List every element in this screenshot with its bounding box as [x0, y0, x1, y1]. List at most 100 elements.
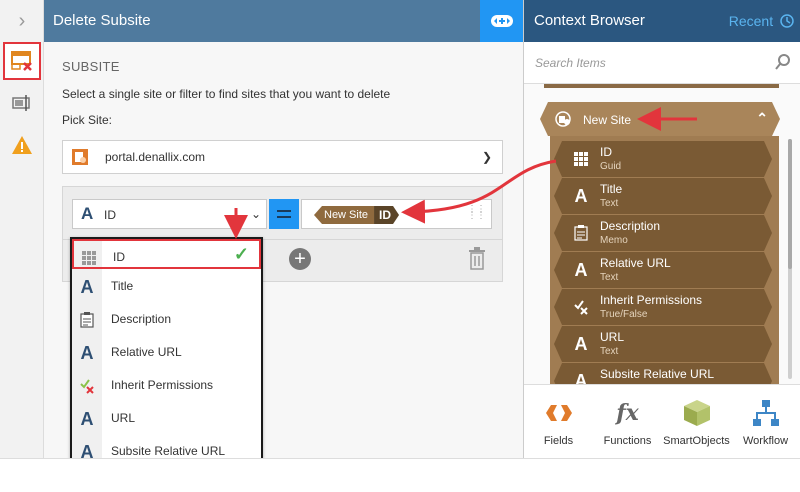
text-a-icon: A [574, 333, 588, 354]
text-a-icon: A [81, 204, 94, 223]
toolbar-label: Workflow [742, 435, 789, 447]
tree-item-type: Text [600, 346, 619, 357]
dropdown-item-id[interactable]: ID ✓ [72, 239, 261, 269]
scrollbar-thumb[interactable] [788, 139, 792, 269]
context-browser-panel: Context Browser Recent Search Items New … [523, 0, 800, 458]
value-token[interactable]: New Site ID [314, 206, 399, 224]
equals-operator-button[interactable] [269, 199, 299, 229]
tree-item-name: Inherit Permissions [600, 293, 703, 307]
panel-header: Delete Subsite [44, 0, 523, 42]
pick-site-value: portal.denallix.com [105, 150, 206, 164]
toolbar-label: Functions [603, 435, 652, 447]
toolbar-label: SmartObjects [663, 435, 730, 447]
chevron-down-icon[interactable]: ⌄ [251, 207, 261, 221]
search-bar: Search Items [524, 42, 800, 84]
dropdown-item-label: Title [111, 279, 134, 293]
dropdown-item-label: Subsite Relative URL [111, 444, 226, 458]
token-field-name: ID [374, 206, 399, 224]
trash-icon[interactable] [467, 247, 487, 271]
text-a-icon: A [80, 276, 94, 297]
dropdown-item-description[interactable]: Description [72, 303, 261, 335]
tree-scrollbar[interactable] [788, 139, 792, 379]
recent-button[interactable]: Recent [729, 0, 794, 42]
dropdown-item-label: Inherit Permissions [111, 378, 214, 392]
text-a-icon: A [574, 185, 588, 206]
tree-item-title[interactable]: A Title Text [554, 178, 772, 214]
search-input[interactable]: Search Items [535, 56, 606, 70]
fields-button[interactable]: Fields [524, 385, 593, 459]
tree-item-id[interactable]: ID Guid [554, 141, 772, 177]
filter-field-select[interactable]: A ID ⌄ [72, 199, 267, 229]
dropdown-item-label: ID [113, 250, 125, 264]
dropdown-item-label: Description [111, 312, 172, 326]
bottom-bar [0, 458, 800, 492]
memo-icon [570, 222, 592, 244]
workflow-icon [731, 397, 800, 429]
truefalse-icon [570, 296, 592, 318]
tree-item-type: True/False [600, 309, 648, 320]
tree-parent-label: New Site [583, 113, 632, 127]
tree-item-name: ID [600, 145, 612, 159]
tree-item-inherit-permissions[interactable]: Inherit Permissions True/False [554, 289, 772, 325]
drag-grip-icon[interactable]: ⋮⋮ ⋮⋮ [467, 205, 486, 221]
recent-label: Recent [728, 13, 774, 29]
dropdown-item-label: URL [111, 411, 136, 425]
tree-item-type: Text [600, 272, 619, 283]
tree-item-name: Subsite Relative URL [600, 367, 715, 381]
warning-icon[interactable] [3, 126, 41, 164]
tree-item-name: Title [600, 182, 623, 196]
dropdown-item-label: Relative URL [111, 345, 182, 359]
section-description: Select a single site or filter to find s… [62, 87, 391, 101]
chevron-up-icon[interactable]: ⌃ [756, 110, 768, 127]
truefalse-icon [76, 375, 98, 397]
text-a-icon: A [80, 408, 94, 429]
context-browser-header: Context Browser Recent [524, 0, 800, 42]
properties-icon[interactable] [3, 84, 41, 122]
search-icon[interactable] [774, 53, 792, 71]
memo-icon [76, 309, 98, 331]
context-browser-title: Context Browser [534, 12, 645, 29]
chevron-down-icon[interactable]: ❯ [482, 150, 492, 164]
delete-subsite-icon[interactable] [3, 42, 41, 80]
tree-item-type: Text [600, 198, 619, 209]
pick-site-select[interactable]: portal.denallix.com ❯ [62, 140, 503, 174]
panel-title: Delete Subsite [53, 12, 151, 29]
tree-item-name: Relative URL [600, 256, 671, 270]
filter-field-value: ID [104, 208, 116, 222]
text-a-icon: A [80, 342, 94, 363]
toolbar-label: Fields [543, 435, 574, 447]
tree-item-edge [544, 84, 779, 88]
token-object-name: New Site [314, 206, 375, 224]
filter-value-box[interactable]: New Site ID ⋮⋮ ⋮⋮ [301, 199, 492, 229]
equals-icon [277, 210, 291, 218]
add-filter-button[interactable]: + [289, 248, 311, 270]
tree-item-name: URL [600, 330, 625, 344]
grid-icon [570, 148, 592, 170]
field-dropdown-list: ID ✓ A Title Description A Relative URL … [70, 237, 263, 464]
section-title: SUBSITE [62, 59, 120, 74]
tree-item-subsite-relative-url[interactable]: A Subsite Relative URL [554, 363, 772, 384]
dropdown-item-title[interactable]: A Title [72, 270, 261, 302]
toggle-context-browser-button[interactable] [480, 0, 523, 42]
tree-parent-new-site[interactable]: New Site ⌃ [540, 102, 780, 136]
expand-chevron-icon[interactable]: › [0, 0, 44, 42]
tree-item-type: Guid [600, 161, 622, 172]
tree-item-description[interactable]: Description Memo [554, 215, 772, 251]
workflow-button[interactable]: Workflow [731, 385, 800, 459]
fx-icon: fx [616, 400, 639, 426]
checkmark-icon: ✓ [233, 244, 249, 264]
dropdown-item-url[interactable]: A URL [72, 402, 261, 434]
pick-site-label: Pick Site: [62, 113, 113, 127]
dropdown-item-inherit-permissions[interactable]: Inherit Permissions [72, 369, 261, 401]
tree-item-url[interactable]: A URL Text [554, 326, 772, 362]
tree-item-relative-url[interactable]: A Relative URL Text [554, 252, 772, 288]
fields-icon [524, 397, 593, 429]
dropdown-item-relative-url[interactable]: A Relative URL [72, 336, 261, 368]
context-toolbar: Fields fx Functions SmartObjects Workflo… [524, 384, 800, 458]
filter-row: A ID ⌄ New Site ID ⋮⋮ ⋮⋮ [72, 199, 492, 229]
functions-button[interactable]: fx Functions [593, 385, 662, 459]
context-tree: New Site ⌃ ID Guid A Title Text Descript… [524, 84, 800, 384]
tree-item-name: Description [600, 219, 661, 233]
text-a-icon: A [574, 259, 588, 280]
smartobjects-button[interactable]: SmartObjects [662, 385, 731, 459]
